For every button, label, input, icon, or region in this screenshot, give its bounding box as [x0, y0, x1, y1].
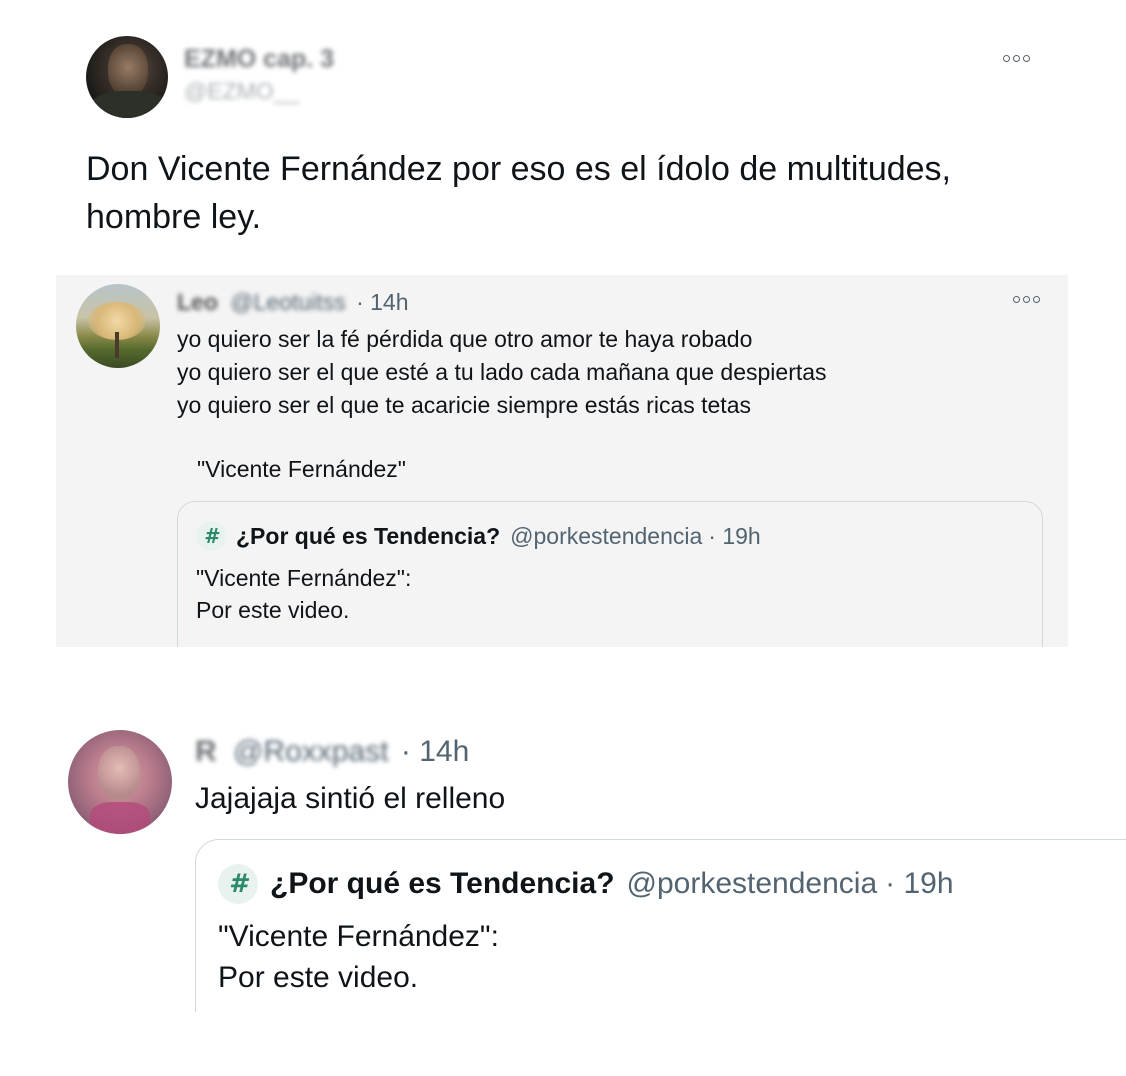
avatar[interactable] — [68, 730, 172, 834]
quoted-tweet-line-2: yo quiero ser el que esté a tu lado cada… — [177, 359, 827, 385]
avatar[interactable] — [76, 284, 160, 368]
timestamp[interactable]: · 14h — [401, 735, 469, 768]
display-name[interactable]: EZMO cap. 3 — [184, 45, 334, 74]
reply-quote-line-2: Por este video. — [218, 961, 419, 994]
crop-cover — [0, 1012, 1126, 1076]
quoted-tweet-attribution: "Vicente Fernández" — [197, 456, 406, 482]
timestamp[interactable]: · 19h — [708, 523, 760, 550]
display-name[interactable]: ¿Por qué es Tendencia? — [236, 523, 500, 550]
avatar[interactable] — [86, 36, 168, 118]
nested-quote-line-1: "Vicente Fernández": — [196, 565, 412, 591]
tweet-text-line-1: Don Vicente Fernández por eso es el ídol… — [86, 150, 952, 188]
reply-text: Jajajaja sintió el relleno — [195, 782, 506, 815]
handle[interactable]: @Leotuitss — [230, 289, 345, 315]
hashtag-logo-icon: # — [196, 521, 226, 551]
more-options-icon[interactable] — [1003, 55, 1030, 62]
quoted-tweet-line-3: yo quiero ser el que te acaricie siempre… — [177, 392, 751, 418]
handle[interactable]: @EZMO__ — [184, 78, 299, 105]
quoted-tweet-line-1: yo quiero ser la fé pérdida que otro amo… — [177, 326, 753, 352]
timestamp[interactable]: · 19h — [885, 867, 953, 901]
nested-quote-line-2: Por este video. — [196, 597, 350, 623]
timestamp[interactable]: · 14h — [356, 289, 408, 315]
more-options-icon[interactable] — [1013, 296, 1040, 303]
handle[interactable]: @Roxxpast — [233, 735, 389, 768]
tweet-text-line-2: hombre ley. — [86, 198, 262, 236]
display-name[interactable]: R — [195, 735, 217, 768]
handle[interactable]: @porkestendencia — [627, 867, 878, 901]
quoted-tweet-panel[interactable]: Leo @Leotuitss · 14h yo quiero ser la fé… — [56, 275, 1068, 647]
handle[interactable]: @porkestendencia — [510, 523, 702, 550]
hashtag-logo-icon: # — [218, 864, 258, 904]
nested-quote-card[interactable]: # ¿Por qué es Tendencia? @porkestendenci… — [177, 501, 1043, 647]
reply-quote-line-1: "Vicente Fernández": — [218, 920, 499, 953]
display-name[interactable]: ¿Por qué es Tendencia? — [270, 867, 615, 901]
display-name[interactable]: Leo — [177, 289, 218, 315]
